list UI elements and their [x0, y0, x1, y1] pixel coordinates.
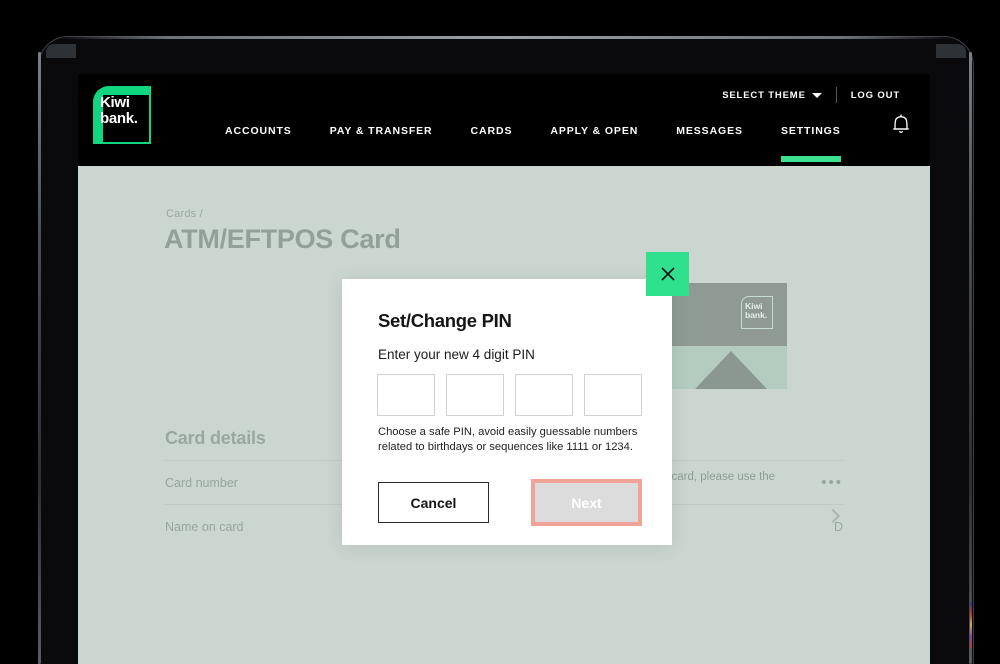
- log-out-button[interactable]: LOG OUT: [837, 90, 914, 101]
- nav-label-cards: CARDS: [470, 125, 513, 137]
- pin-digit-4[interactable]: [584, 374, 642, 416]
- select-theme-label: SELECT THEME: [722, 89, 806, 101]
- detail-value-name-on-card: D: [833, 519, 843, 534]
- card-logo-text: Kiwi bank.: [745, 301, 768, 320]
- active-tab-indicator: [780, 156, 841, 162]
- nav-item-cards[interactable]: CARDS: [452, 121, 532, 137]
- device-top-sheen: [60, 36, 950, 39]
- pin-digit-2[interactable]: [446, 374, 504, 416]
- pin-input-label: Enter your new 4 digit PIN: [378, 347, 535, 362]
- section-title-card-details: Card details: [165, 428, 266, 448]
- device-notch-right: [936, 44, 966, 58]
- detail-label-name-on-card: Name on card: [165, 519, 244, 534]
- nav-label-settings: SETTINGS: [780, 125, 841, 137]
- card-kiwibank-logo: Kiwi bank.: [741, 296, 773, 329]
- next-button-highlight: Next: [531, 479, 642, 526]
- nav-item-apply-open[interactable]: APPLY & OPEN: [531, 121, 657, 137]
- breadcrumb[interactable]: Cards /: [166, 208, 203, 220]
- nav-label-apply-open: APPLY & OPEN: [550, 125, 639, 137]
- nav-item-accounts[interactable]: ACCOUNTS: [206, 121, 311, 137]
- utility-nav: SELECT THEME LOG OUT: [708, 86, 914, 104]
- device-notch-left: [46, 44, 76, 58]
- select-theme-button[interactable]: SELECT THEME: [708, 90, 836, 101]
- log-out-label: LOG OUT: [850, 89, 900, 101]
- nav-label-pay-transfer: PAY & TRANSFER: [329, 125, 433, 137]
- cancel-button[interactable]: Cancel: [378, 482, 489, 523]
- nav-item-pay-transfer[interactable]: PAY & TRANSFER: [311, 121, 452, 137]
- browser-viewport: SELECT THEME LOG OUT Kiwi bank. ACCOUNTS: [78, 74, 930, 664]
- nav-item-messages[interactable]: MESSAGES: [657, 121, 762, 137]
- device-edge-right: [969, 52, 972, 664]
- logo-text: Kiwi bank.: [100, 94, 138, 127]
- pin-digit-3[interactable]: [515, 374, 573, 416]
- chevron-down-icon: [811, 93, 822, 98]
- set-change-pin-dialog: Set/Change PIN Enter your new 4 digit PI…: [342, 279, 672, 545]
- top-navigation-bar: SELECT THEME LOG OUT Kiwi bank. ACCOUNTS: [78, 74, 930, 166]
- next-button[interactable]: Next: [535, 483, 638, 522]
- device-edge-reflection: [970, 602, 972, 648]
- page-title: ATM/EFTPOS Card: [164, 224, 401, 254]
- close-dialog-button[interactable]: [646, 252, 689, 296]
- kiwibank-logo[interactable]: Kiwi bank.: [93, 86, 159, 152]
- close-icon: [660, 267, 675, 281]
- pin-safety-hint: Choose a safe PIN, avoid easily guessabl…: [378, 426, 638, 453]
- pin-input-group: [377, 374, 642, 416]
- dialog-title: Set/Change PIN: [378, 310, 512, 331]
- nav-label-accounts: ACCOUNTS: [225, 125, 292, 137]
- notification-bell-icon[interactable]: [890, 112, 912, 136]
- screenshot-root: SELECT THEME LOG OUT Kiwi bank. ACCOUNTS: [0, 0, 1000, 664]
- main-navigation: ACCOUNTS PAY & TRANSFER CARDS APPLY & OP…: [206, 121, 860, 166]
- nav-label-messages: MESSAGES: [676, 125, 743, 137]
- card-mountain-graphic: [695, 351, 767, 389]
- pin-digit-1[interactable]: [377, 374, 435, 416]
- device-edge-left: [38, 52, 41, 664]
- nav-item-settings[interactable]: SETTINGS: [762, 121, 860, 162]
- detail-label-card-number: Card number: [165, 475, 238, 490]
